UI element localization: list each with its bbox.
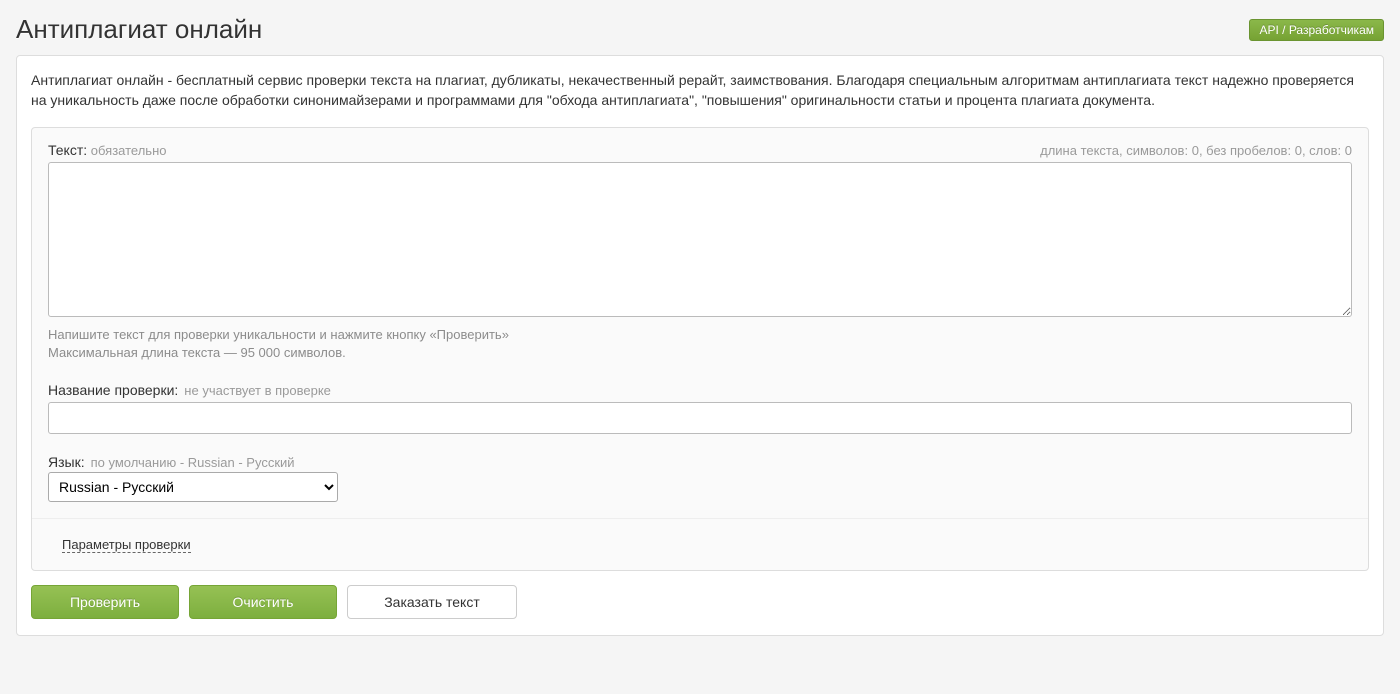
text-label-hint: обязательно [91, 143, 167, 158]
stats-nospace-value: 0 [1295, 143, 1302, 158]
action-bar: Проверить Очистить Заказать текст [31, 571, 1369, 619]
order-text-button[interactable]: Заказать текст [347, 585, 517, 619]
form-panel: Текст: обязательно длина текста, символо… [31, 127, 1369, 571]
text-help-line1: Напишите текст для проверки уникальности… [48, 326, 1352, 344]
check-button[interactable]: Проверить [31, 585, 179, 619]
language-label: Язык: [48, 454, 85, 470]
text-label: Текст: [48, 142, 87, 158]
check-parameters-link[interactable]: Параметры проверки [62, 537, 191, 553]
stats-chars-value: 0 [1192, 143, 1199, 158]
page-title: Антиплагиат онлайн [16, 14, 262, 45]
stats-nospace-label: , без пробелов: [1199, 143, 1291, 158]
check-title-input[interactable] [48, 402, 1352, 434]
title-label-hint: не участвует в проверке [184, 383, 331, 398]
text-stats: длина текста, символов: 0, без пробелов:… [1040, 143, 1352, 158]
clear-button[interactable]: Очистить [189, 585, 337, 619]
stats-words-value: 0 [1345, 143, 1352, 158]
text-input[interactable] [48, 162, 1352, 317]
stats-words-label: , слов: [1302, 143, 1341, 158]
stats-chars-label: длина текста, символов: [1040, 143, 1188, 158]
title-label: Название проверки: [48, 382, 178, 398]
language-label-hint: по умолчанию - Russian - Русский [91, 455, 295, 470]
text-help-line2: Максимальная длина текста — 95 000 симво… [48, 344, 1352, 362]
main-container: Антиплагиат онлайн - бесплатный сервис п… [16, 55, 1384, 636]
intro-text: Антиплагиат онлайн - бесплатный сервис п… [31, 70, 1369, 111]
language-select[interactable]: Russian - Русский [48, 472, 338, 502]
api-developers-button[interactable]: API / Разработчикам [1249, 19, 1384, 41]
